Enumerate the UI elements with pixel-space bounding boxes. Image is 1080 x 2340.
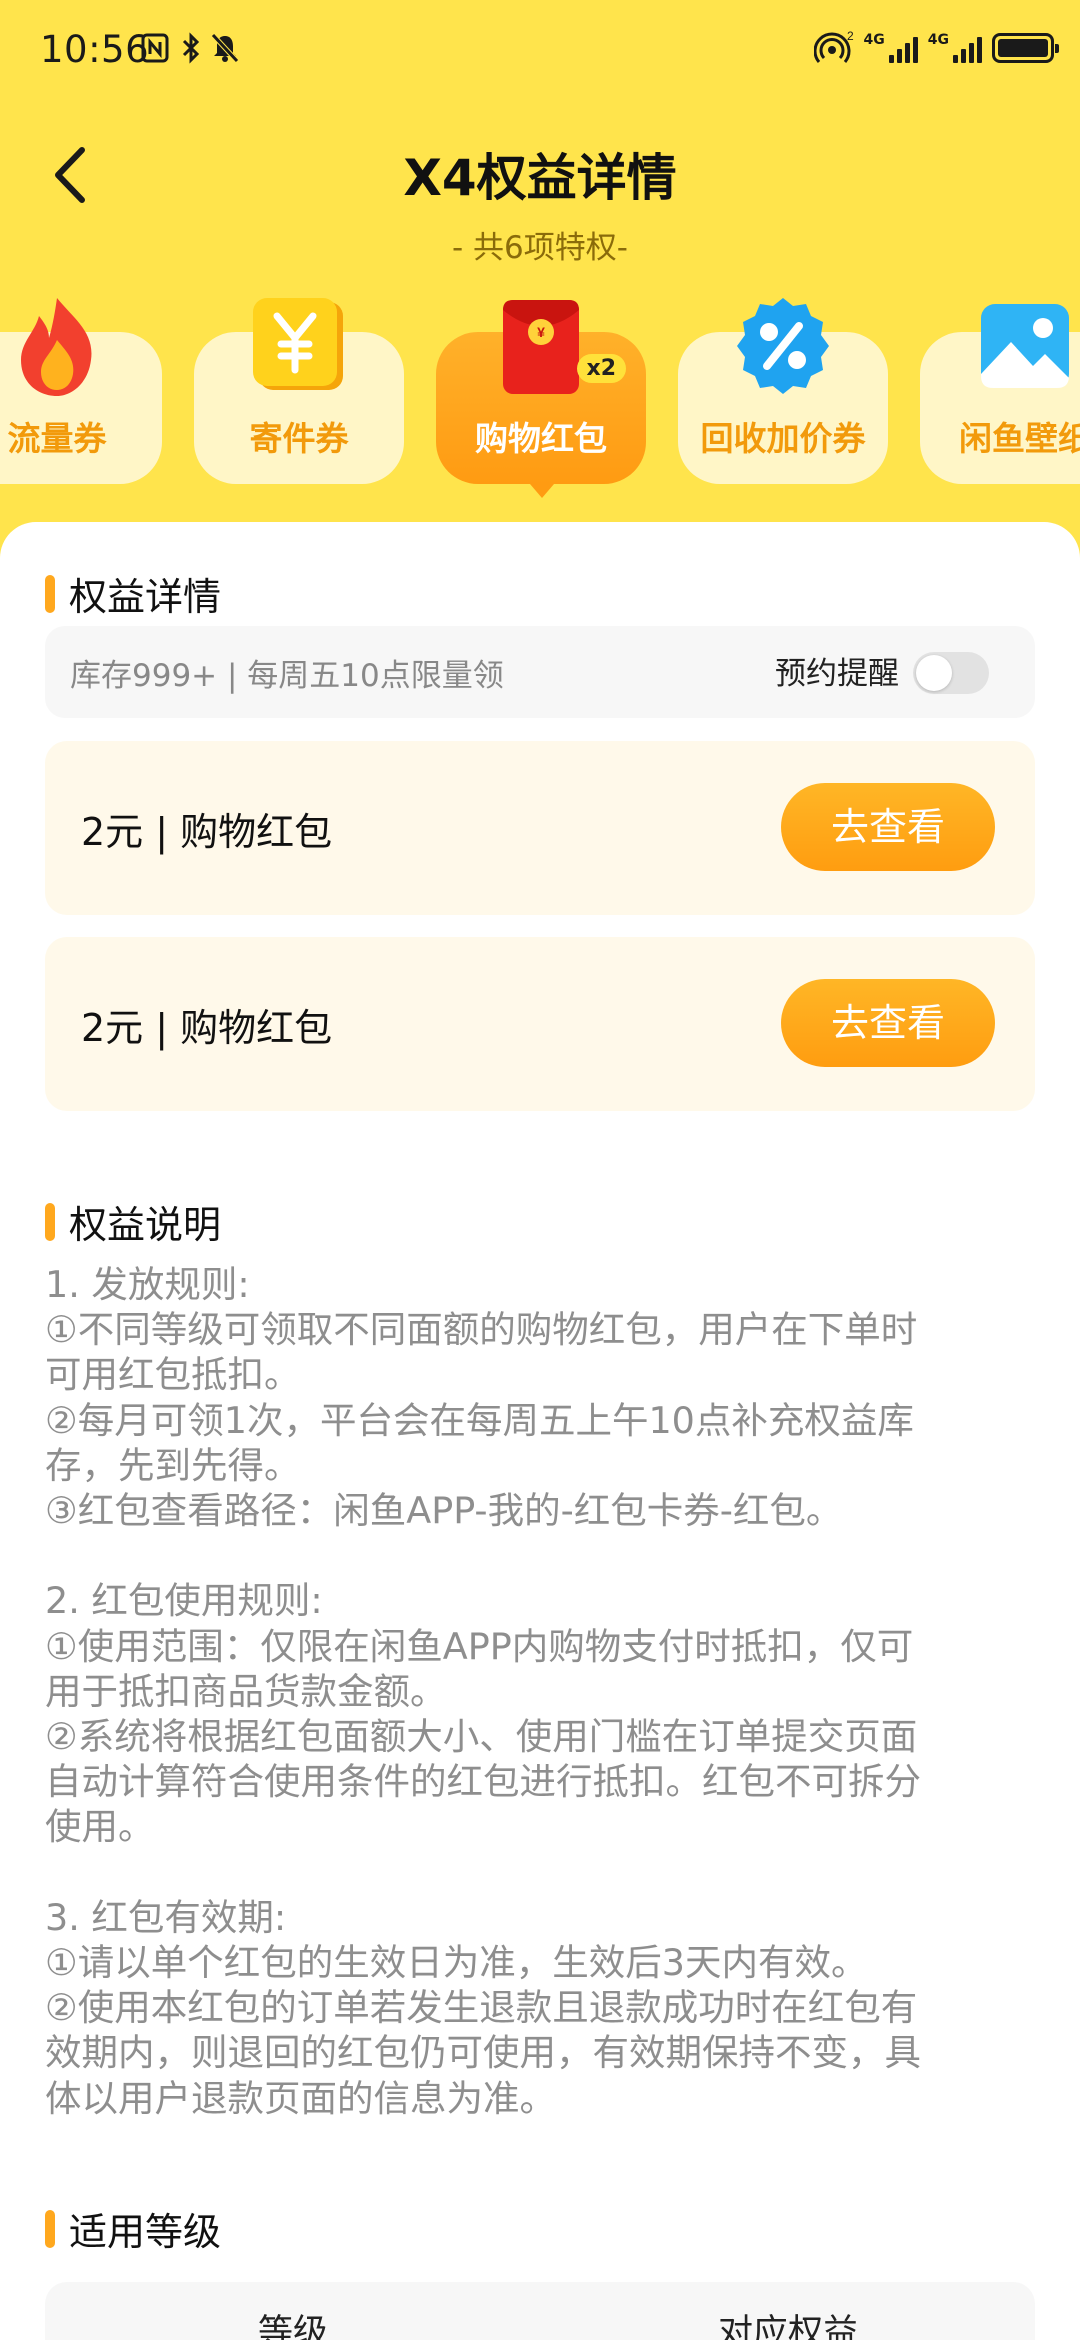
rule-line: 可用红包抵扣。 [45,1353,301,1397]
rule-line: ①请以单个红包的生效日为准，生效后3天内有效。 [45,1941,868,1985]
rule-line: 自动计算符合使用条件的红包进行抵扣。红包不可拆分 [45,1760,921,1804]
section-marker [45,574,55,613]
column-benefit: 对应权益 [718,2313,859,2340]
rule-line: 2. 红包使用规则: [45,1579,323,1623]
signal-4g-icon: 4G [928,33,982,63]
rule-line: 体以用户退款页面的信息为准。 [45,2076,556,2120]
yen-coupon-icon [253,298,343,390]
view-button[interactable]: 去查看 [781,783,995,871]
page: 10:56 2 4G 4G X4权益详情 - 共6项特权- 流量券 寄件券 ¥ … [0,0,1080,2340]
rule-line: 3. 红包有效期: [45,1895,287,1939]
coupon-card: 2元 | 购物红包 去查看 [45,937,1035,1111]
section-marker [45,1202,55,1241]
coupon-card: 2元 | 购物红包 去查看 [45,741,1035,915]
rule-line: 使用。 [45,1805,155,1849]
status-bar: 10:56 2 4G 4G [0,0,1080,100]
quantity-badge: x2 [576,354,626,383]
toggle-knob [916,655,952,691]
battery-icon [992,33,1059,63]
flame-icon [21,298,92,396]
stock-info-text: 库存999+ | 每周五10点限量领 [70,658,504,694]
page-subtitle: - 共6项特权- [452,230,628,266]
section-marker [45,2209,55,2248]
nfc-icon [140,32,170,73]
tab-shopping-red-envelope[interactable]: ¥ x2 购物红包 [436,300,646,498]
remind-label: 预约提醒 [775,656,899,692]
rules-text: 1. 发放规则: ①不同等级可领取不同面额的购物红包，用户在下单时 可用红包抵扣… [45,1262,1045,2121]
tab-shipping-coupon[interactable]: 寄件券 [194,298,404,484]
rule-line: 1. 发放规则: [45,1263,250,1306]
rule-line [45,1533,1045,1578]
rule-line: ②系统将根据红包面额大小、使用门槛在订单提交页面 [45,1715,918,1759]
level-table-header: 等级 对应权益 [45,2282,1035,2340]
svg-text:¥: ¥ [537,324,545,340]
rule-line: ③红包查看路径：闲鱼APP-我的-红包卡券-红包。 [45,1489,843,1533]
content-panel: 权益详情 库存999+ | 每周五10点限量领 预约提醒 2元 | 购物红包 去… [0,522,1080,2340]
percent-badge-icon [737,298,829,394]
view-button[interactable]: 去查看 [781,979,995,1067]
section-title-details: 权益详情 [45,566,221,621]
red-envelope-icon: ¥ [503,300,579,394]
stock-info-row: 库存999+ | 每周五10点限量领 预约提醒 [45,626,1035,718]
tab-xianyu-wallpaper[interactable]: x 闲鱼壁纸 [920,304,1080,484]
tab-recycle-bonus-coupon[interactable]: 回收加价券 [678,298,888,484]
rule-line: 存，先到先得。 [45,1443,301,1487]
section-title-description: 权益说明 [45,1194,221,1249]
tab-label: 回收加价券 [700,419,866,458]
section-title-levels: 适用等级 [45,2201,221,2256]
hotspot-icon: 2 [813,30,854,63]
coupon-label: 2元 | 购物红包 [81,1006,333,1050]
status-right: 2 4G 4G [813,30,1059,66]
coupon-label: 2元 | 购物红包 [81,810,333,854]
svg-text:2: 2 [847,30,854,43]
remind-toggle[interactable] [913,652,989,694]
rule-line: ②使用本红包的订单若发生退款且退款成功时在红包有 [45,1986,918,2030]
tab-label: 寄件券 [249,419,349,458]
page-title: X4权益详情 [403,149,677,207]
rule-line: ②每月可领1次，平台会在每周五上午10点补充权益库 [45,1398,914,1442]
tab-label: 流量券 [7,419,107,458]
tab-label: 闲鱼壁纸 [959,419,1080,458]
bluetooth-icon [180,32,202,73]
tab-traffic-coupon[interactable]: 流量券 [0,298,162,484]
benefit-tabs: 流量券 寄件券 ¥ x2 购物红包 回收加价券 x 闲鱼壁纸 [0,290,1080,520]
status-time: 10:56 [40,28,150,71]
mute-icon [210,32,240,73]
tab-label: 购物红包 [475,419,607,458]
column-level: 等级 [258,2313,329,2340]
rule-line [45,1850,1045,1895]
rule-line: ①不同等级可领取不同面额的购物红包，用户在下单时 [45,1308,918,1352]
rule-line: ①使用范围：仅限在闲鱼APP内购物支付时抵扣，仅可 [45,1624,914,1668]
signal-4g-icon: 4G [864,33,918,63]
rule-line: 用于抵扣商品货款金额。 [45,1669,447,1713]
wallpaper-image-icon [981,304,1069,388]
rule-line: 效期内，则退回的红包仍可使用，有效期保持不变，具 [45,2031,921,2075]
